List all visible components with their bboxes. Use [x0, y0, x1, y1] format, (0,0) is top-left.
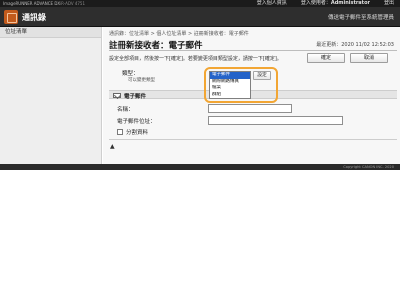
type-label: 類型：	[122, 71, 139, 77]
type-note: 可以變更類型	[128, 78, 155, 83]
email-section-title: 電子郵件	[124, 94, 147, 100]
login-user-name: Administrator	[330, 0, 370, 6]
email-address-input[interactable]	[208, 116, 343, 125]
device-name: ImageRUNNER ADVANCE DX	[3, 1, 61, 6]
breadcrumb: 通訊錄：位址清單 > 個人位址清單 > 註冊新接收者：電子郵件	[109, 31, 249, 37]
set-type-button[interactable]: 設定	[253, 71, 271, 80]
title-divider	[109, 50, 397, 51]
top-links: 登入個人資訊 登入使用者：Administrator 登出	[257, 0, 394, 7]
main-panel: 通訊錄：位址清單 > 個人位址清單 > 註冊新接收者：電子郵件 註冊新接收者：電…	[103, 27, 400, 170]
footer: Copyright CANON INC. 2020	[0, 164, 400, 170]
top-strip: ImageRUNNER ADVANCE DX iR-ADV 4751 登入個人資…	[0, 0, 400, 7]
app-header: 通訊錄 傳送電子郵件至系統管理員	[0, 7, 400, 27]
sidebar: 位址清單	[0, 27, 102, 170]
cancel-button[interactable]: 取消	[350, 53, 388, 63]
copyright: Copyright CANON INC. 2020	[343, 165, 394, 169]
split-data-checkbox[interactable]	[117, 129, 123, 135]
address-book-icon	[4, 10, 18, 24]
split-data-label: 分割資料	[126, 130, 149, 136]
name-label: 名稱：	[117, 107, 134, 113]
app-title: 通訊錄	[22, 13, 46, 22]
instructions: 設定全部項目，然後按一下[確定]。若要變更項目類型設定，請按一下[確定]。	[109, 56, 282, 62]
sidebar-item-address-lists[interactable]: 位址清單	[0, 27, 101, 38]
bottom-divider	[109, 139, 397, 140]
name-input[interactable]	[208, 104, 292, 113]
sidebar-item-label: 位址清單	[5, 29, 28, 35]
login-info-link[interactable]: 登入個人資訊	[257, 0, 287, 7]
email-address-label: 電子郵件位址：	[117, 119, 156, 125]
mail-icon	[113, 92, 121, 98]
mail-admin-link[interactable]: 傳送電子郵件至系統管理員	[328, 13, 394, 21]
ok-button[interactable]: 確定	[307, 53, 345, 63]
logout-link[interactable]: 登出	[384, 0, 394, 7]
login-user: 登入使用者：Administrator	[301, 0, 370, 7]
login-user-prefix: 登入使用者：	[300, 0, 331, 6]
to-top-icon[interactable]: ▲	[110, 143, 115, 150]
split-data-row: 分割資料	[117, 128, 148, 136]
device-model: iR-ADV 4751	[60, 1, 86, 6]
type-listbox[interactable]: 電子郵件 網際網路傳真 檔案 群組	[209, 71, 251, 99]
type-option-group[interactable]: 群組	[210, 92, 250, 99]
last-updated: 最近更新：2020 11/02 12:52:03	[316, 42, 394, 48]
